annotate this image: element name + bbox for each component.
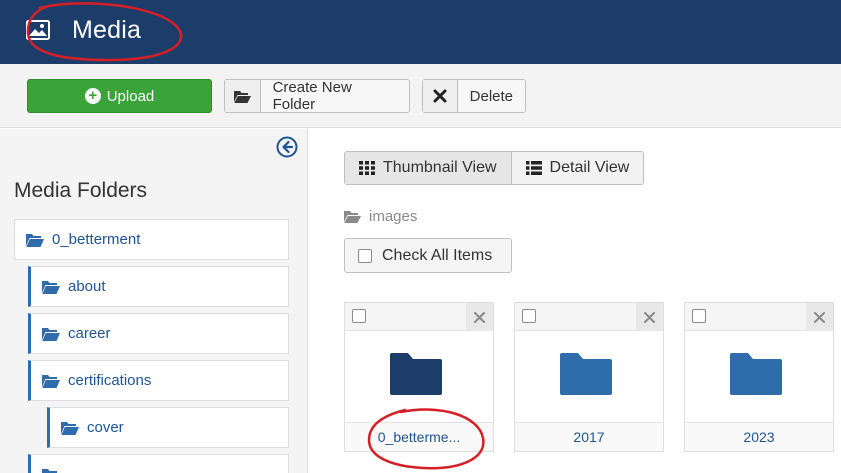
card-toolbar — [345, 303, 493, 331]
folder-open-icon — [225, 80, 261, 112]
folder-card[interactable]: 0_betterme... — [344, 302, 494, 452]
list-icon — [525, 161, 542, 175]
create-new-folder-label: Create New Folder — [272, 79, 352, 113]
folder-open-icon — [26, 233, 44, 247]
sidebar-item-career[interactable]: career — [28, 313, 289, 354]
create-new-folder-button[interactable]: Create New Folder — [224, 79, 410, 113]
card-label[interactable]: 2023 — [685, 422, 833, 451]
close-icon[interactable] — [466, 303, 493, 331]
delete-button[interactable]: Delete — [422, 79, 526, 113]
sidebar-item-cover[interactable]: cover — [47, 407, 289, 448]
check-all-items-label: Check All Items — [382, 246, 493, 264]
detail-view-label: Detail View — [549, 159, 630, 176]
card-toolbar — [685, 303, 833, 331]
media-folders-sidebar: Media Folders 0_betterment about career … — [0, 129, 308, 473]
sidebar-item-label: career — [68, 325, 111, 342]
view-toggle: Thumbnail View Detail View — [344, 151, 645, 185]
sidebar-item-label: 0_betterment — [52, 231, 141, 248]
sidebar-title: Media Folders — [14, 179, 148, 202]
sidebar-item-certifications[interactable]: certifications — [28, 360, 289, 401]
breadcrumb: images — [344, 208, 417, 225]
page-title: Media — [72, 16, 142, 44]
app-header: Media — [0, 0, 841, 64]
folder-icon — [560, 353, 612, 395]
detail-view-button[interactable]: Detail View — [510, 152, 644, 184]
folder-card[interactable]: 2023 — [684, 302, 834, 452]
card-checkbox[interactable] — [352, 309, 366, 323]
delete-label: Delete — [469, 87, 513, 105]
grid-icon — [359, 161, 375, 175]
sidebar-item-label: certifications — [68, 372, 152, 389]
folder-open-icon — [42, 374, 60, 388]
close-icon[interactable] — [636, 303, 663, 331]
image-icon — [26, 20, 50, 40]
card-checkbox[interactable] — [522, 309, 536, 323]
plus-circle-icon: + — [84, 88, 101, 104]
card-checkbox[interactable] — [692, 309, 706, 323]
card-label[interactable]: 0_betterme... — [345, 422, 493, 451]
folder-icon — [730, 353, 782, 395]
close-icon[interactable] — [806, 303, 833, 331]
checkbox[interactable] — [358, 248, 372, 263]
arrow-circle-left-icon[interactable] — [276, 136, 298, 158]
upload-button[interactable]: + Upload — [27, 79, 212, 113]
folder-open-icon — [61, 421, 79, 435]
thumbnail-view-label: Thumbnail View — [383, 159, 497, 176]
media-main-panel: Thumbnail View Detail View images Check … — [309, 129, 841, 473]
card-toolbar — [515, 303, 663, 331]
sidebar-item-partial[interactable] — [28, 454, 289, 473]
close-icon — [423, 80, 458, 112]
card-label[interactable]: 2017 — [515, 422, 663, 451]
folder-open-icon — [42, 280, 60, 294]
upload-label: Upload — [106, 87, 155, 105]
folder-open-icon — [344, 211, 361, 223]
sidebar-item-about[interactable]: about — [28, 266, 289, 307]
breadcrumb-label[interactable]: images — [369, 208, 417, 225]
toolbar: + Upload Create New Folder Delete — [0, 64, 841, 128]
thumbnail-view-button[interactable]: Thumbnail View — [345, 152, 511, 184]
check-all-items-button[interactable]: Check All Items — [344, 238, 512, 273]
folder-open-icon — [42, 327, 60, 341]
sidebar-item-0-betterment[interactable]: 0_betterment — [14, 219, 289, 260]
folder-card[interactable]: 2017 — [514, 302, 664, 452]
folder-icon — [390, 353, 442, 395]
sidebar-item-label: cover — [87, 419, 124, 436]
folder-open-icon — [42, 468, 57, 473]
sidebar-item-label: about — [68, 278, 106, 295]
